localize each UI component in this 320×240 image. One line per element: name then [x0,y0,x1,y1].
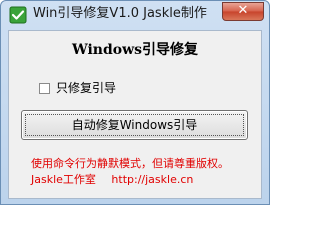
green-check-icon [9,6,27,24]
only-repair-boot-option[interactable]: 只修复引导 [39,81,116,96]
silent-mode-notice: 使用命令行为静默模式，但请尊重版权。 [31,157,229,170]
dialog-body: Windows引导修复 只修复引导 自动修复Windows引导 使用命令行为静默… [8,30,262,199]
close-icon: ✕ [237,3,249,18]
footer: Jaskle工作室 http://jaskle.cn [31,172,193,187]
window-title: Win引导修复V1.0 Jaskle制作 [33,6,207,21]
page-title: Windows引导修复 [71,42,199,58]
app-window: Win引导修复V1.0 Jaskle制作 ✕ Windows引导修复 只修复引导… [0,0,270,205]
website-link[interactable]: http://jaskle.cn [111,173,193,186]
only-repair-boot-label[interactable]: 只修复引导 [56,81,116,96]
auto-repair-button[interactable]: 自动修复Windows引导 [21,110,248,140]
focus-ring [25,114,244,136]
title-bar[interactable]: Win引导修复V1.0 Jaskle制作 ✕ [1,1,269,29]
close-button[interactable]: ✕ [222,2,264,21]
only-repair-boot-checkbox[interactable] [39,83,50,94]
studio-name: Jaskle工作室 [31,173,96,186]
